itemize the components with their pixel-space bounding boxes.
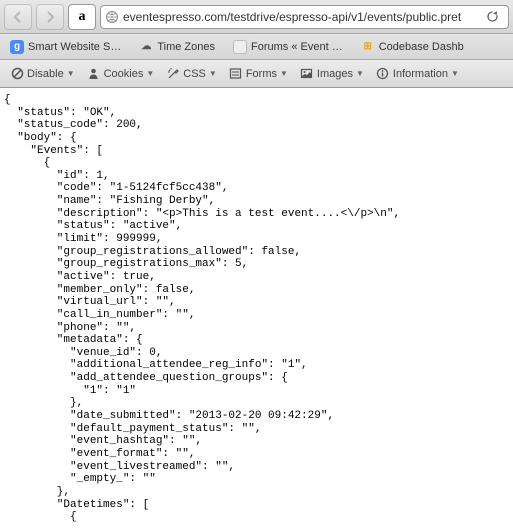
dev-label: Information: [393, 68, 448, 80]
dev-label: Cookies: [104, 68, 144, 80]
cloud-icon: ☁: [139, 40, 153, 54]
bookmark-label: Time Zones: [157, 41, 215, 53]
codebase-icon: ⊞: [361, 40, 375, 54]
bookmark-forums[interactable]: Forums « Event …: [225, 37, 351, 57]
info-icon: [376, 67, 390, 81]
reload-button[interactable]: [484, 7, 504, 27]
dev-label: CSS: [183, 68, 206, 80]
dev-css[interactable]: CSS ▼: [162, 65, 221, 83]
chevron-down-icon: ▼: [209, 69, 217, 78]
form-icon: [229, 67, 243, 81]
url-text: eventespresso.com/testdrive/espresso-api…: [123, 10, 461, 24]
image-icon: [300, 67, 314, 81]
bookmarks-bar: g Smart Website S… ☁ Time Zones Forums «…: [0, 34, 513, 60]
dev-cookies[interactable]: Cookies ▼: [83, 65, 159, 83]
bookmark-smart-website[interactable]: g Smart Website S…: [2, 37, 129, 57]
disable-icon: [10, 67, 24, 81]
url-bar[interactable]: eventespresso.com/testdrive/espresso-api…: [100, 5, 509, 29]
chevron-down-icon: ▼: [146, 69, 154, 78]
forward-button[interactable]: [36, 4, 64, 30]
chevron-down-icon: ▼: [67, 69, 75, 78]
amazon-icon: a: [79, 9, 86, 25]
dev-forms[interactable]: Forms ▼: [225, 65, 292, 83]
chevron-down-icon: ▼: [280, 69, 288, 78]
dev-information[interactable]: Information ▼: [372, 65, 463, 83]
bookmark-label: Forums « Event …: [251, 41, 343, 53]
chevron-down-icon: ▼: [356, 69, 364, 78]
person-icon: [87, 67, 101, 81]
wand-icon: [166, 67, 180, 81]
dev-images[interactable]: Images ▼: [296, 65, 368, 83]
json-response-body: { "status": "OK", "status_code": 200, "b…: [0, 88, 513, 530]
page-icon: [233, 40, 247, 54]
back-icon: [12, 11, 24, 23]
bookmark-time-zones[interactable]: ☁ Time Zones: [131, 37, 223, 57]
reload-icon: [486, 10, 499, 23]
back-button[interactable]: [4, 4, 32, 30]
bookmark-label: Smart Website S…: [28, 41, 121, 53]
google-icon: g: [10, 40, 24, 54]
dev-label: Images: [317, 68, 353, 80]
dev-label: Disable: [27, 68, 64, 80]
forward-icon: [44, 11, 56, 23]
dev-toolbar: Disable ▼ Cookies ▼ CSS ▼ Forms ▼ Images…: [0, 60, 513, 88]
dev-label: Forms: [246, 68, 277, 80]
bookmark-codebase[interactable]: ⊞ Codebase Dashb: [353, 37, 472, 57]
dev-disable[interactable]: Disable ▼: [6, 65, 79, 83]
chevron-down-icon: ▼: [451, 69, 459, 78]
amazon-button[interactable]: a: [68, 4, 96, 30]
browser-toolbar: a eventespresso.com/testdrive/espresso-a…: [0, 0, 513, 34]
globe-icon: [105, 10, 119, 24]
bookmark-label: Codebase Dashb: [379, 41, 464, 53]
